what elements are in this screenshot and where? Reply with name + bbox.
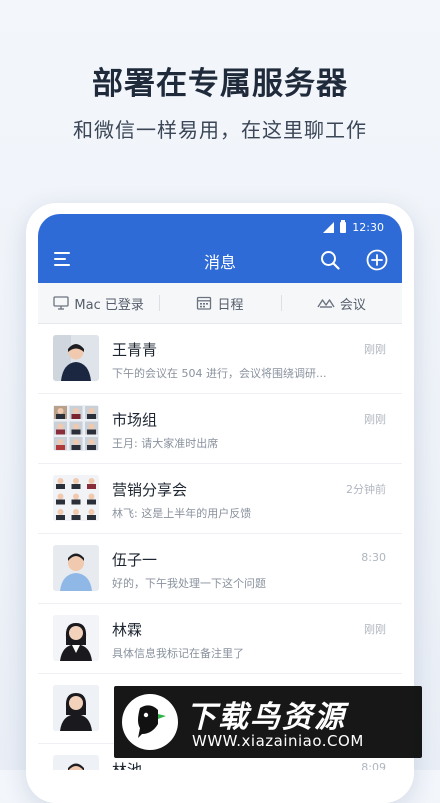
shortcut-tabs: Mac 已登录 日程 会议 bbox=[38, 283, 402, 324]
conversation-time: 刚刚 bbox=[364, 623, 386, 636]
tab-label: 会议 bbox=[339, 297, 366, 313]
conversation-row[interactable]: 市场组 王月: 请大家准时出席 刚刚 bbox=[38, 394, 402, 464]
tab-mac-login[interactable]: Mac 已登录 bbox=[38, 283, 159, 323]
app-bar: 12:30 消息 bbox=[38, 214, 402, 283]
watermark-title: 下载鸟资源 bbox=[186, 700, 346, 735]
monitor-icon bbox=[53, 296, 70, 310]
tab-meeting[interactable]: 会议 bbox=[280, 283, 402, 323]
tab-schedule[interactable]: 日程 bbox=[159, 283, 280, 323]
conversation-preview: 王月: 请大家准时出席 bbox=[112, 437, 219, 450]
search-icon[interactable] bbox=[320, 250, 340, 270]
status-bar: 12:30 bbox=[323, 219, 384, 234]
app-title: 消息 bbox=[203, 253, 236, 272]
hero-subtitle: 和微信一样易用，在这里聊工作 bbox=[73, 118, 367, 142]
avatar bbox=[53, 405, 99, 451]
tab-label: 日程 bbox=[217, 297, 244, 313]
conversation-preview: 下午的会议在 504 进行，会议将围绕调研... bbox=[112, 367, 327, 380]
conversation-preview: 林飞: 这是上半年的用户反馈 bbox=[112, 507, 252, 520]
conversation-row[interactable]: 伍子一 好的，下午我处理一下这个问题 8:30 bbox=[38, 534, 402, 604]
avatar bbox=[53, 615, 99, 661]
conversation-time: 8:30 bbox=[361, 551, 386, 564]
conversation-row[interactable]: 王青青 下午的会议在 504 进行，会议将围绕调研... 刚刚 bbox=[38, 324, 402, 394]
tab-label: Mac 已登录 bbox=[74, 297, 144, 313]
bird-logo-icon bbox=[122, 694, 178, 750]
conversation-name: 林霖 bbox=[112, 621, 143, 639]
watermark-banner: 下载鸟资源 WWW.xiazainiao.COM bbox=[114, 686, 422, 758]
avatar bbox=[53, 685, 99, 731]
conversation-name: 营销分享会 bbox=[112, 481, 188, 499]
conversation-name: 王青青 bbox=[112, 341, 158, 359]
signal-icon bbox=[323, 221, 335, 233]
conversation-name: 林池 bbox=[112, 761, 143, 770]
avatar bbox=[53, 545, 99, 591]
status-time: 12:30 bbox=[352, 220, 384, 234]
conversation-time: 刚刚 bbox=[364, 413, 386, 426]
conversation-name: 市场组 bbox=[112, 411, 158, 429]
calendar-icon bbox=[197, 296, 212, 310]
avatar bbox=[53, 475, 99, 521]
conversation-time: 刚刚 bbox=[364, 343, 386, 356]
avatar bbox=[53, 755, 99, 770]
conversation-time: 2分钟前 bbox=[346, 483, 386, 496]
battery-icon bbox=[340, 219, 347, 233]
conversation-preview: 好的，下午我处理一下这个问题 bbox=[112, 577, 266, 590]
avatar bbox=[53, 335, 99, 381]
conversation-name: 伍子一 bbox=[112, 551, 158, 569]
conversation-row[interactable]: 营销分享会 林飞: 这是上半年的用户反馈 2分钟前 bbox=[38, 464, 402, 534]
hero-title: 部署在专属服务器 bbox=[92, 66, 348, 102]
conversation-row[interactable]: 林霖 具体信息我标记在备注里了 刚刚 bbox=[38, 604, 402, 674]
add-circle-icon[interactable] bbox=[366, 249, 388, 271]
conversation-preview: 具体信息我标记在备注里了 bbox=[112, 647, 244, 660]
meeting-icon bbox=[317, 299, 335, 308]
conversation-time: 8:09 bbox=[361, 761, 386, 770]
watermark-url: WWW.xiazainiao.COM bbox=[192, 732, 364, 750]
